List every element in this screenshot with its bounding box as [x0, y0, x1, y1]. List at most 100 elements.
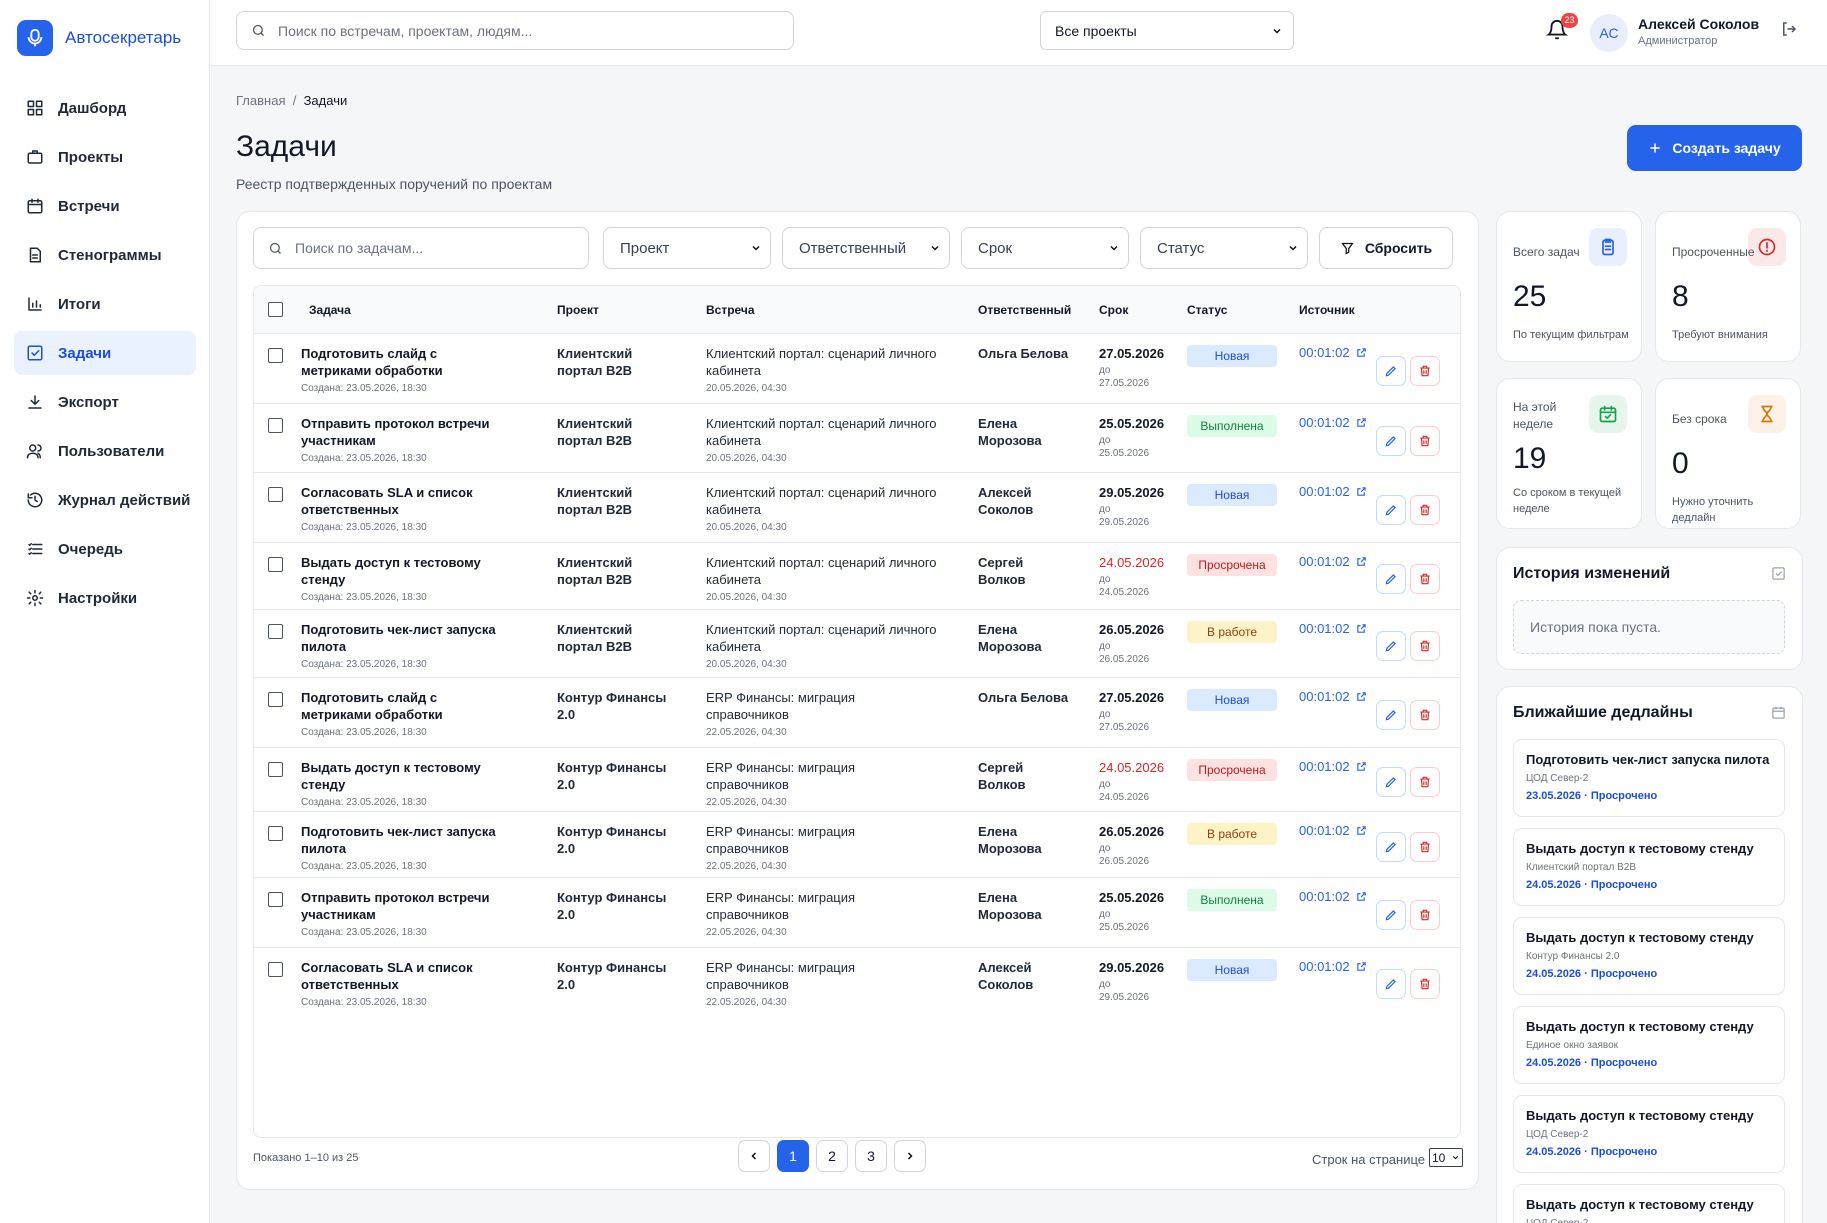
column-header[interactable]: Срок — [1099, 303, 1128, 317]
table-row[interactable]: Отправить протокол встречи участникам Со… — [254, 404, 1460, 473]
task-title[interactable]: Подготовить чек-лист запуска пилота — [301, 823, 506, 857]
task-meeting[interactable]: Клиентский портал: сценарий личного каби… — [706, 621, 941, 655]
logout-button[interactable] — [1780, 20, 1798, 43]
sidebar-item[interactable]: Экспорт — [14, 380, 196, 424]
row-checkbox[interactable] — [268, 692, 283, 707]
sidebar-item[interactable]: Проекты — [14, 135, 196, 179]
task-title[interactable]: Подготовить чек-лист запуска пилота — [301, 621, 506, 655]
task-project[interactable]: Клиентский портал B2B — [557, 621, 672, 655]
sidebar-item[interactable]: Журнал действий — [14, 478, 196, 522]
source-link[interactable]: 00:01:02 — [1299, 554, 1367, 569]
row-checkbox[interactable] — [268, 348, 283, 363]
delete-button[interactable] — [1410, 767, 1440, 797]
task-meeting[interactable]: Клиентский портал: сценарий личного каби… — [706, 554, 941, 588]
task-project[interactable]: Контур Финансы 2.0 — [557, 959, 672, 993]
task-project[interactable]: Клиентский портал B2B — [557, 415, 672, 449]
table-row[interactable]: Выдать доступ к тестовому стенду Создана… — [254, 748, 1460, 812]
row-checkbox[interactable] — [268, 624, 283, 639]
sidebar-item[interactable]: Очередь — [14, 527, 196, 571]
task-project[interactable]: Контур Финансы 2.0 — [557, 889, 672, 923]
notifications-button[interactable]: 23 — [1545, 13, 1578, 45]
task-meeting[interactable]: ERP Финансы: миграция справочников — [706, 889, 941, 923]
task-title[interactable]: Выдать доступ к тестовому стенду — [301, 554, 506, 588]
rows-per-page-select[interactable]: 10 — [1429, 1148, 1463, 1167]
source-link[interactable]: 00:01:02 — [1299, 959, 1367, 974]
task-title[interactable]: Согласовать SLA и список ответственных — [301, 959, 506, 993]
task-project[interactable]: Клиентский портал B2B — [557, 484, 672, 518]
task-project[interactable]: Контур Финансы 2.0 — [557, 759, 672, 793]
source-link[interactable]: 00:01:02 — [1299, 823, 1367, 838]
deadline-item[interactable]: Выдать доступ к тестовому стенду ЦОД Сев… — [1513, 1095, 1785, 1173]
sidebar-item[interactable]: Пользователи — [14, 429, 196, 473]
delete-button[interactable] — [1410, 969, 1440, 999]
source-link[interactable]: 00:01:02 — [1299, 759, 1367, 774]
table-row[interactable]: Выдать доступ к тестовому стенду Создана… — [254, 543, 1460, 610]
column-header[interactable]: Встреча — [706, 303, 755, 317]
delete-button[interactable] — [1410, 700, 1440, 730]
deadline-item[interactable]: Подготовить чек-лист запуска пилота ЦОД … — [1513, 739, 1785, 817]
row-checkbox[interactable] — [268, 418, 283, 433]
delete-button[interactable] — [1410, 426, 1440, 456]
due-filter[interactable]: Срок — [961, 227, 1129, 269]
project-filter[interactable]: Проект — [603, 227, 771, 269]
task-project[interactable]: Контур Финансы 2.0 — [557, 823, 672, 857]
page-button[interactable]: 1 — [777, 1140, 809, 1172]
edit-button[interactable] — [1376, 700, 1406, 730]
row-checkbox[interactable] — [268, 826, 283, 841]
column-header[interactable]: Статус — [1187, 303, 1227, 317]
table-row[interactable]: Подготовить слайд с метриками обработки … — [254, 678, 1460, 748]
column-header[interactable]: Проект — [557, 303, 599, 317]
source-link[interactable]: 00:01:02 — [1299, 415, 1367, 430]
delete-button[interactable] — [1410, 832, 1440, 862]
edit-button[interactable] — [1376, 564, 1406, 594]
task-meeting[interactable]: Клиентский портал: сценарий личного каби… — [706, 415, 941, 449]
task-meeting[interactable]: ERP Финансы: миграция справочников — [706, 759, 941, 793]
task-title[interactable]: Выдать доступ к тестовому стенду — [301, 759, 506, 793]
task-meeting[interactable]: ERP Финансы: миграция справочников — [706, 959, 941, 993]
source-link[interactable]: 00:01:02 — [1299, 889, 1367, 904]
source-link[interactable]: 00:01:02 — [1299, 621, 1367, 636]
page-button[interactable]: 3 — [855, 1140, 887, 1172]
app-logo[interactable]: Автосекретарь — [17, 20, 181, 56]
table-row[interactable]: Подготовить слайд с метриками обработки … — [254, 334, 1460, 404]
column-header[interactable]: Ответственный — [978, 303, 1071, 317]
prev-page-button[interactable] — [738, 1140, 770, 1172]
sidebar-item[interactable]: Встречи — [14, 184, 196, 228]
task-project[interactable]: Клиентский портал B2B — [557, 345, 672, 379]
row-checkbox[interactable] — [268, 892, 283, 907]
edit-button[interactable] — [1376, 900, 1406, 930]
row-checkbox[interactable] — [268, 762, 283, 777]
edit-button[interactable] — [1376, 426, 1406, 456]
table-row[interactable]: Отправить протокол встречи участникам Со… — [254, 878, 1460, 948]
table-row[interactable]: Согласовать SLA и список ответственных С… — [254, 473, 1460, 543]
task-meeting[interactable]: ERP Финансы: миграция справочников — [706, 823, 941, 857]
avatar[interactable]: АС — [1590, 14, 1628, 52]
edit-button[interactable] — [1376, 832, 1406, 862]
task-meeting[interactable]: Клиентский портал: сценарий личного каби… — [706, 345, 941, 379]
source-link[interactable]: 00:01:02 — [1299, 689, 1367, 704]
column-header[interactable]: Задача — [309, 303, 351, 317]
task-meeting[interactable]: Клиентский портал: сценарий личного каби… — [706, 484, 941, 518]
edit-button[interactable] — [1376, 767, 1406, 797]
status-filter[interactable]: Статус — [1140, 227, 1308, 269]
edit-button[interactable] — [1376, 495, 1406, 525]
delete-button[interactable] — [1410, 900, 1440, 930]
table-row[interactable]: Подготовить чек-лист запуска пилота Созд… — [254, 610, 1460, 678]
delete-button[interactable] — [1410, 356, 1440, 386]
task-title[interactable]: Согласовать SLA и список ответственных — [301, 484, 506, 518]
global-search[interactable] — [236, 11, 794, 50]
task-meeting[interactable]: ERP Финансы: миграция справочников — [706, 689, 941, 723]
task-search[interactable] — [253, 227, 589, 269]
project-select[interactable]: Все проекты — [1040, 11, 1294, 50]
deadline-item[interactable]: Выдать доступ к тестовому стенду Клиентс… — [1513, 828, 1785, 906]
create-task-button[interactable]: Создать задачу — [1627, 125, 1802, 171]
delete-button[interactable] — [1410, 631, 1440, 661]
table-row[interactable]: Подготовить чек-лист запуска пилота Созд… — [254, 812, 1460, 878]
row-checkbox[interactable] — [268, 962, 283, 977]
assignee-filter[interactable]: Ответственный — [782, 227, 950, 269]
delete-button[interactable] — [1410, 495, 1440, 525]
table-row[interactable]: Согласовать SLA и список ответственных С… — [254, 948, 1460, 1016]
next-page-button[interactable] — [894, 1140, 926, 1172]
delete-button[interactable] — [1410, 564, 1440, 594]
source-link[interactable]: 00:01:02 — [1299, 345, 1367, 360]
